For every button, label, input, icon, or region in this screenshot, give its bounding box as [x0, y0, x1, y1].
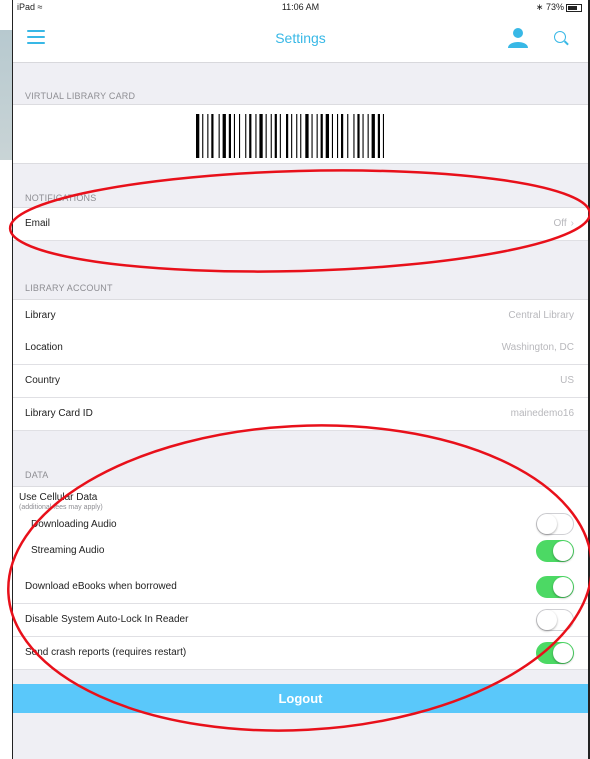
section-header-notifications: NOTIFICATIONS — [25, 193, 97, 203]
barcode-bar — [239, 114, 241, 158]
barcode-bar — [347, 114, 349, 158]
barcode-bar — [233, 114, 235, 158]
account-value: Washington, DC — [501, 342, 574, 353]
barcode-bar — [341, 114, 344, 158]
account-label: Country — [25, 375, 61, 386]
barcode-bar — [296, 114, 298, 158]
account-label: Location — [25, 342, 63, 353]
download-ebooks-label: Download eBooks when borrowed — [25, 581, 177, 592]
email-value: Off › — [553, 218, 575, 229]
streaming-audio-toggle[interactable] — [536, 540, 574, 562]
section-header-account: LIBRARY ACCOUNT — [25, 283, 113, 293]
cellular-note: (additional fees may apply) — [19, 504, 103, 511]
page-title: Settings — [275, 30, 326, 46]
barcode-bar — [222, 114, 226, 158]
crash-reports-label: Send crash reports (requires restart) — [25, 647, 187, 658]
section-header-data: DATA — [25, 470, 49, 480]
barcode-bar — [279, 114, 281, 158]
barcode-bar — [371, 114, 375, 158]
user-icon[interactable] — [507, 26, 529, 48]
battery-icon — [566, 3, 582, 12]
barcode-bar — [316, 114, 318, 158]
barcode-bar — [207, 114, 209, 158]
auto-lock-toggle[interactable] — [536, 609, 574, 631]
downloading-audio-toggle[interactable] — [536, 513, 574, 535]
bluetooth-icon: ∗ — [535, 2, 544, 12]
account-value: mainedemo16 — [510, 408, 574, 419]
account-row-library: Library Central Library — [13, 299, 588, 333]
cellular-data-group: Use Cellular Data (additional fees may a… — [13, 486, 588, 572]
barcode-bar — [362, 114, 364, 158]
barcode-bar — [202, 114, 204, 158]
account-value: Central Library — [508, 310, 574, 321]
section-header-card: VIRTUAL LIBRARY CARD — [25, 91, 136, 101]
account-row-location: Location Washington, DC — [13, 332, 588, 365]
email-label: Email — [25, 218, 51, 229]
barcode-bar — [228, 114, 231, 158]
downloading-audio-label: Downloading Audio — [31, 519, 117, 530]
barcode-bar — [305, 114, 309, 158]
barcode — [196, 114, 384, 158]
chevron-right-icon: › — [570, 218, 574, 229]
clock: 11:06 AM — [281, 2, 320, 12]
barcode-bar — [325, 114, 329, 158]
barcode-bar — [211, 114, 214, 158]
auto-lock-label: Disable System Auto-Lock In Reader — [25, 614, 189, 625]
status-bar: iPad ≈ 11:06 AM ∗ 73% — [13, 0, 588, 14]
barcode-bar — [382, 114, 384, 158]
ipad-screen: iPad ≈ 11:06 AM ∗ 73% Settings VIRTUAL L… — [12, 0, 590, 759]
barcode-bar — [331, 114, 333, 158]
barcode-bar — [337, 114, 339, 158]
download-ebooks-row: Download eBooks when borrowed — [13, 571, 588, 604]
download-ebooks-toggle[interactable] — [536, 576, 574, 598]
barcode-bar — [377, 114, 380, 158]
logout-button[interactable]: Logout — [13, 684, 588, 713]
battery-percent: 73% — [545, 2, 564, 12]
barcode-bar — [218, 114, 220, 158]
auto-lock-row: Disable System Auto-Lock In Reader — [13, 604, 588, 637]
barcode-bar — [245, 114, 247, 158]
background-app-peek — [0, 30, 12, 160]
barcode-bar — [196, 114, 200, 158]
status-right: ∗ 73% — [536, 2, 582, 13]
barcode-bar — [270, 114, 272, 158]
barcode-bar — [320, 114, 323, 158]
barcode-bar — [274, 114, 277, 158]
nav-bar: Settings — [13, 14, 588, 63]
barcode-bar — [265, 114, 267, 158]
account-label: Library Card ID — [25, 408, 93, 419]
account-label: Library — [25, 310, 56, 321]
account-row-country: Country US — [13, 365, 588, 398]
barcode-bar — [357, 114, 360, 158]
search-icon[interactable] — [554, 31, 566, 43]
barcode-bar — [367, 114, 369, 158]
barcode-bar — [300, 114, 302, 158]
cellular-title: Use Cellular Data — [19, 492, 98, 503]
email-notification-row[interactable]: Email Off › — [13, 207, 588, 241]
barcode-bar — [259, 114, 263, 158]
account-row-card-id: Library Card ID mainedemo16 — [13, 398, 588, 431]
barcode-bar — [311, 114, 313, 158]
account-value: US — [560, 375, 574, 386]
library-card-row — [13, 104, 588, 164]
crash-reports-toggle[interactable] — [536, 642, 574, 664]
barcode-bar — [249, 114, 252, 158]
barcode-bar — [286, 114, 289, 158]
barcode-bar — [353, 114, 355, 158]
streaming-audio-label: Streaming Audio — [31, 545, 105, 556]
crash-reports-row: Send crash reports (requires restart) — [13, 637, 588, 670]
barcode-bar — [255, 114, 257, 158]
barcode-bar — [291, 114, 293, 158]
